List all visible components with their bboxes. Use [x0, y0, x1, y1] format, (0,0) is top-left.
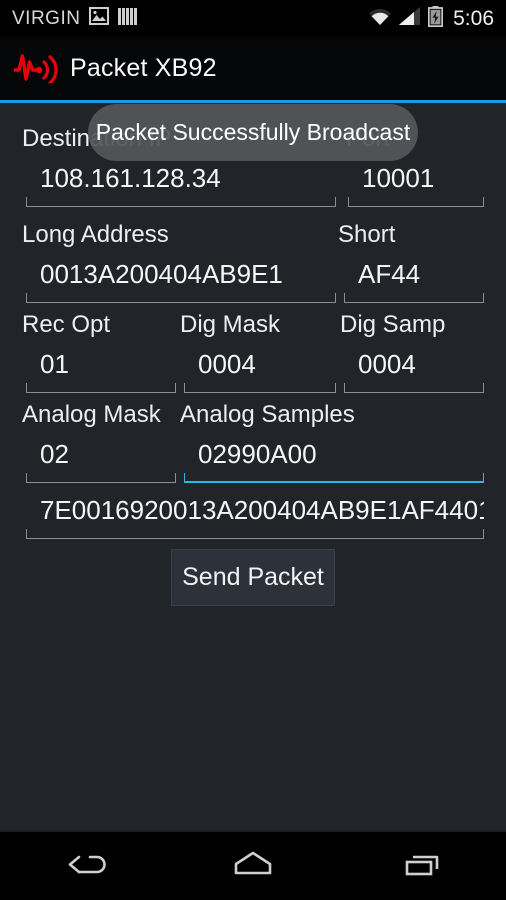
field-analog-mask[interactable]: 02: [26, 435, 176, 483]
field-long-address-value: 0013A200404AB9E1: [40, 259, 283, 289]
field-analog-mask-value: 02: [40, 439, 69, 469]
phone-screen: VIRGIN 5:06 Packet XB92 Destination 108.…: [0, 0, 506, 900]
nav-recents-button[interactable]: [337, 847, 506, 884]
field-analog-samples-underline: [184, 473, 484, 483]
battery-charging-icon: [428, 5, 444, 32]
wifi-icon: [368, 7, 392, 31]
field-short-underline: [344, 293, 484, 303]
field-short-value: AF44: [358, 259, 421, 289]
field-dig-samp-value: 0004: [358, 349, 416, 379]
field-analog-mask-underline: [26, 473, 176, 483]
field-destination-ip-value: 108.161.128.34: [40, 163, 221, 193]
nav-back-button[interactable]: [0, 847, 169, 884]
bars-icon: [118, 7, 138, 31]
field-port-value: 10001: [362, 163, 435, 193]
field-dig-samp[interactable]: 0004: [344, 345, 484, 393]
label-short: Short: [338, 221, 396, 248]
page-title: Packet XB92: [70, 54, 217, 82]
field-dig-samp-underline: [344, 383, 484, 393]
toast-text: Packet Successfully Broadcast: [95, 119, 411, 145]
field-rec-opt-value: 01: [40, 349, 69, 379]
field-destination-ip[interactable]: 108.161.128.34: [26, 159, 336, 207]
home-icon: [225, 847, 281, 884]
field-packet-hex-underline: [26, 529, 484, 539]
field-analog-samples[interactable]: 02990A00: [184, 435, 484, 483]
navigation-bar: [0, 830, 506, 900]
field-port-underline: [348, 197, 484, 207]
clock-label: 5:06: [453, 6, 494, 30]
navigation-bar-divider: [0, 830, 506, 832]
field-short[interactable]: AF44: [344, 255, 484, 303]
field-rec-opt-underline: [26, 383, 176, 393]
field-dig-mask-underline: [184, 383, 336, 393]
waveform-broadcast-icon: [13, 49, 60, 88]
field-long-address-underline: [26, 293, 336, 303]
back-icon: [59, 847, 109, 884]
label-analog-samples: Analog Samples: [180, 401, 355, 428]
status-bar-left: VIRGIN: [12, 7, 138, 31]
field-destination-ip-underline: [26, 197, 336, 207]
toast-message: Packet Successfully Broadcast: [88, 104, 418, 161]
carrier-label: VIRGIN: [12, 7, 81, 29]
nav-home-button[interactable]: [169, 847, 338, 884]
field-packet-hex[interactable]: 7E0016920013A200404AB9E1AF4401: [26, 491, 484, 539]
image-icon: [89, 7, 110, 30]
field-dig-mask-value: 0004: [198, 349, 256, 379]
label-analog-mask: Analog Mask: [22, 401, 161, 428]
field-rec-opt[interactable]: 01: [26, 345, 176, 393]
label-dig-mask: Dig Mask: [180, 311, 281, 338]
field-long-address[interactable]: 0013A200404AB9E1: [26, 255, 336, 303]
label-dig-samp: Dig Samp: [340, 311, 446, 338]
field-dig-mask[interactable]: 0004: [184, 345, 336, 393]
status-bar-right: 5:06: [368, 5, 494, 32]
form-container: Destination IP Port 108.161.128.34 10001…: [0, 103, 506, 830]
action-bar: Packet XB92: [0, 37, 506, 100]
recents-icon: [396, 847, 448, 884]
field-port[interactable]: 10001: [348, 159, 484, 207]
status-bar: VIRGIN 5:06: [0, 0, 506, 37]
field-analog-samples-value: 02990A00: [198, 439, 317, 469]
send-packet-button[interactable]: Send Packet: [171, 549, 335, 606]
label-long-address: Long Address: [22, 221, 169, 248]
field-packet-hex-value: 7E0016920013A200404AB9E1AF4401: [40, 495, 484, 525]
signal-icon: [398, 6, 422, 31]
label-rec-opt: Rec Opt: [22, 311, 111, 338]
